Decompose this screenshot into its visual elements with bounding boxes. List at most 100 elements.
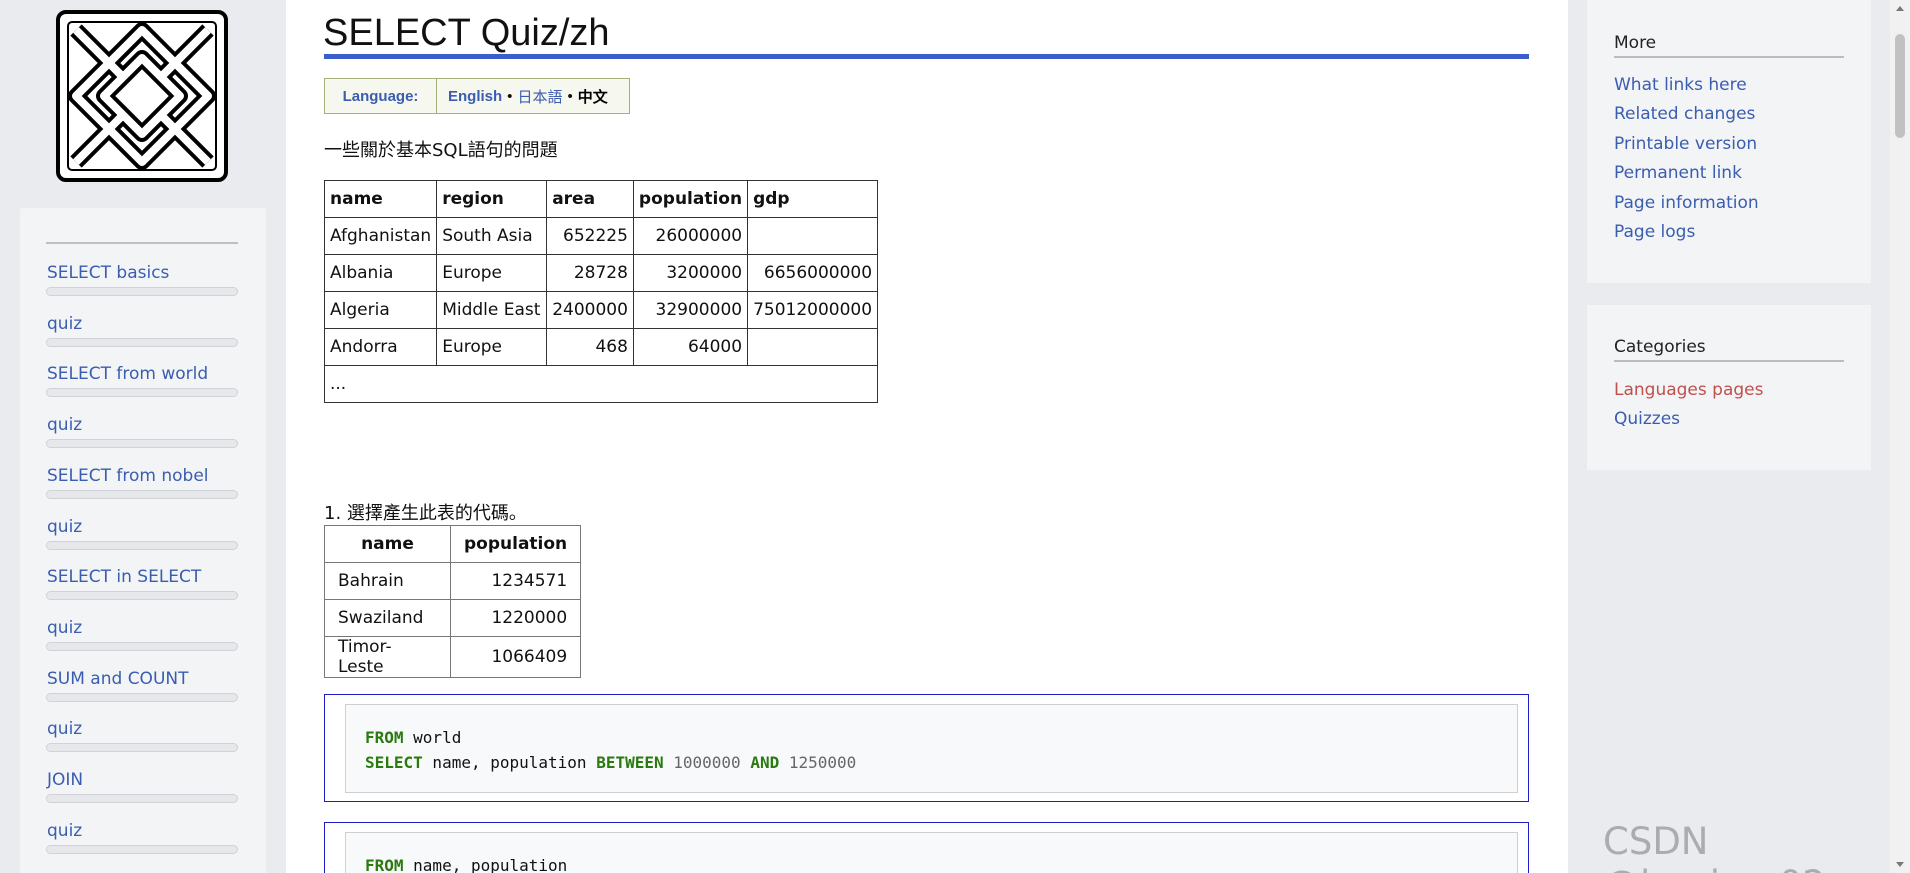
table-cell: 26000000 xyxy=(632,217,749,255)
table-cell: 652225 xyxy=(546,217,634,255)
nav-progress-bar xyxy=(46,540,238,550)
scrollbar-thumb[interactable] xyxy=(1895,34,1905,138)
more-link-what-links-here[interactable]: What links here xyxy=(1614,75,1747,95)
sql-number: 1000000 xyxy=(663,753,751,772)
table-row: Timor-Leste 1066409 xyxy=(324,636,582,678)
table-cell: Afghanistan xyxy=(323,217,438,255)
sql-keyword: SELECT xyxy=(365,753,423,772)
nav-item-select-in-select[interactable]: SELECT in SELECT xyxy=(47,567,201,587)
nav-item-join[interactable]: JOIN xyxy=(47,770,83,790)
table-cell: Europe xyxy=(436,254,548,292)
table-row: Andorra Europe 468 64000 xyxy=(323,328,879,366)
table-cell: 1220000 xyxy=(449,599,582,637)
column-header: name xyxy=(324,525,451,563)
category-link-languages-pages[interactable]: Languages pages xyxy=(1614,380,1763,400)
nav-progress-bar xyxy=(46,287,238,296)
world-table: name region area population gdp Afghanis… xyxy=(323,180,879,403)
table-cell xyxy=(747,217,879,255)
table-row: Algeria Middle East 2400000 32900000 7501200… xyxy=(323,291,879,329)
answer-code: FROM name, population xyxy=(345,832,1518,873)
sql-text: world xyxy=(403,728,462,747)
nav-item-quiz[interactable]: quiz xyxy=(47,618,82,638)
nav-item-quiz[interactable]: quiz xyxy=(47,314,82,334)
table-row: Afghanistan South Asia 652225 26000000 xyxy=(323,217,879,255)
nav-item-select-from-world[interactable]: SELECT from world xyxy=(47,364,208,384)
table-cell: 2400000 xyxy=(546,291,634,329)
table-cell: Europe xyxy=(436,328,548,366)
more-link-page-logs[interactable]: Page logs xyxy=(1614,222,1695,242)
nav-progress-bar xyxy=(46,844,238,854)
more-link-related-changes[interactable]: Related changes xyxy=(1614,104,1755,124)
sql-keyword: FROM xyxy=(365,856,404,873)
language-label: Language: xyxy=(325,79,437,113)
nav-item-quiz[interactable]: quiz xyxy=(47,517,82,537)
table-header-row: name population xyxy=(324,525,582,563)
nav-item-select-basics[interactable]: SELECT basics xyxy=(47,263,169,283)
table-cell: Algeria xyxy=(323,291,438,329)
nav-item-select-from-nobel[interactable]: SELECT from nobel xyxy=(47,466,209,486)
sql-keyword: AND xyxy=(750,753,780,772)
more-link-permanent-link[interactable]: Permanent link xyxy=(1614,163,1742,183)
table-header-row: name region area population gdp xyxy=(323,180,879,218)
table-cell: 32900000 xyxy=(632,291,749,329)
table-cell: 64000 xyxy=(632,328,749,366)
nav-progress-bar xyxy=(46,743,238,753)
categories-heading: Categories xyxy=(1614,337,1706,357)
table-cell xyxy=(747,328,879,366)
celtic-knot-logo[interactable] xyxy=(56,10,228,182)
nav-progress-bar xyxy=(46,794,238,803)
nav-item-sum-and-count[interactable]: SUM and COUNT xyxy=(47,669,189,689)
column-header: name xyxy=(323,180,438,218)
nav-item-quiz[interactable]: quiz xyxy=(47,821,82,841)
column-header: population xyxy=(449,525,582,563)
scrollbar[interactable] xyxy=(1890,0,1910,873)
nav-item-quiz[interactable]: quiz xyxy=(47,719,82,739)
question-1-text: 1. 選擇產生此表的代碼。 xyxy=(324,503,527,524)
sql-number: 1250000 xyxy=(779,753,857,772)
right-sidebar: More What links here Related changes Print… xyxy=(1568,0,1910,873)
main-content: SELECT Quiz/zh Language: English • 日本語 •… xyxy=(286,0,1568,873)
more-divider xyxy=(1614,56,1844,58)
more-panel: More What links here Related changes Print… xyxy=(1587,0,1871,283)
category-link-quizzes[interactable]: Quizzes xyxy=(1614,409,1680,429)
categories-divider xyxy=(1614,360,1844,362)
table-cell: 28728 xyxy=(546,254,634,292)
nav-progress-bar xyxy=(46,591,238,601)
table-row: Albania Europe 28728 3200000 6656000000 xyxy=(323,254,879,292)
nav-progress-bar xyxy=(46,337,238,347)
nav-progress-bar xyxy=(46,388,238,398)
answer-option-2[interactable]: FROM name, population xyxy=(324,822,1529,873)
language-chinese-current: 中文 xyxy=(577,88,608,106)
column-header: area xyxy=(546,180,634,218)
left-sidebar: SELECT basics quiz SELECT from world quiz SE… xyxy=(0,0,286,873)
title-underline xyxy=(324,54,1529,59)
column-header: population xyxy=(632,180,749,218)
page-title: SELECT Quiz/zh xyxy=(323,12,610,54)
language-japanese-link[interactable]: 日本語 xyxy=(517,86,562,107)
language-english-link[interactable]: English xyxy=(448,88,502,105)
question-1-result-table: name population Bahrain 1234571 Swaziland 1… xyxy=(324,525,582,678)
nav-progress-bar xyxy=(46,439,238,449)
scroll-up-arrow-icon[interactable] xyxy=(1896,6,1904,11)
nav-progress-bar xyxy=(46,692,238,702)
table-cell: 1066409 xyxy=(449,636,582,678)
more-heading: More xyxy=(1614,33,1657,53)
answer-option-1[interactable]: FROM world SELECT name, population BETWE… xyxy=(324,694,1529,802)
language-bar: Language: English • 日本語 • 中文 xyxy=(324,78,630,114)
table-row-ellipsis: ... xyxy=(323,365,879,403)
nav-progress-bar xyxy=(46,489,238,499)
nav-progress-bar xyxy=(46,641,238,651)
more-link-printable-version[interactable]: Printable version xyxy=(1614,134,1757,154)
table-cell: 3200000 xyxy=(632,254,749,292)
sql-text: name, population xyxy=(403,856,568,873)
table-cell: Albania xyxy=(323,254,438,292)
table-cell: 75012000000 xyxy=(747,291,879,329)
language-options: English • 日本語 • 中文 xyxy=(437,86,608,107)
answer-code: FROM world SELECT name, population BETWE… xyxy=(345,704,1518,793)
table-cell: South Asia xyxy=(436,217,548,255)
more-link-page-information[interactable]: Page information xyxy=(1614,193,1759,213)
language-separator: • xyxy=(507,87,513,105)
intro-text: 一些關於基本SQL語句的問題 xyxy=(324,140,558,161)
sql-text: name, population xyxy=(422,753,597,772)
nav-item-quiz[interactable]: quiz xyxy=(47,415,82,435)
